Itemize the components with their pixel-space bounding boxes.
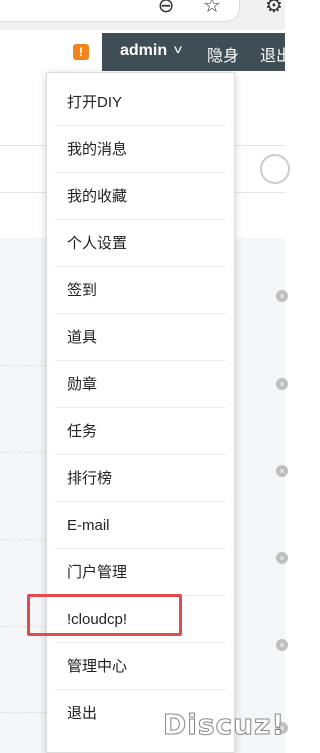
menu-item-my-messages[interactable]: 我的消息 [55,126,226,173]
close-icon[interactable]: × [276,639,288,651]
menu-item-my-favorites[interactable]: 我的收藏 [55,173,226,220]
chevron-down-icon[interactable]: v [174,42,182,56]
discuz-watermark: Discuz! [162,708,286,742]
username-link[interactable]: admin [120,42,167,60]
close-icon[interactable]: × [276,552,288,564]
menu-item-open-diy[interactable]: 打开DIY [55,79,226,126]
menu-item-rankings[interactable]: 排行榜 [55,455,226,502]
menu-item-admin-center[interactable]: 管理中心 [55,643,226,690]
highlight-annotation-box [27,594,182,636]
menu-item-portal-management[interactable]: 门户管理 [55,549,226,596]
close-icon[interactable]: × [276,465,288,477]
close-icon[interactable]: × [276,378,288,390]
gear-icon[interactable]: ⚙ [262,0,286,18]
menu-item-sign-in[interactable]: 签到 [55,267,226,314]
menu-item-props[interactable]: 道具 [55,314,226,361]
search-button-icon[interactable] [260,154,290,184]
menu-item-email[interactable]: E-mail [55,502,226,549]
user-dropdown-menu: 打开DIY 我的消息 我的收藏 个人设置 签到 道具 勋章 任务 排行榜 E-m… [46,72,235,753]
browser-toolbar: ⊖ ☆ ⚙ [0,0,285,30]
close-icon[interactable]: × [276,290,288,302]
menu-item-tasks[interactable]: 任务 [55,408,226,455]
user-bar: admin v 隐身 退出 [102,33,292,71]
menu-item-medals[interactable]: 勋章 [55,361,226,408]
divider [0,365,46,366]
logout-link[interactable]: 退出 [260,42,292,66]
notification-icon[interactable]: ! [73,44,89,60]
invisible-toggle-link[interactable]: 隐身 [207,42,239,66]
divider [0,539,46,540]
menu-item-personal-settings[interactable]: 个人设置 [55,220,226,267]
star-icon[interactable]: ☆ [200,0,224,18]
divider [0,452,46,453]
zoom-out-icon[interactable]: ⊖ [154,0,178,18]
divider [0,712,46,713]
